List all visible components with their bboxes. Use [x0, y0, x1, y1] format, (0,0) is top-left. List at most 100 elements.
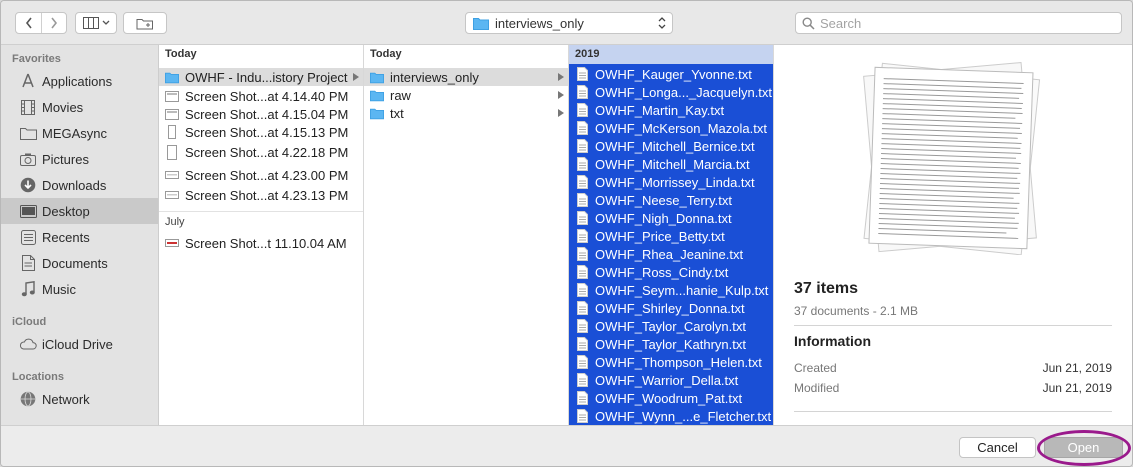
list-item[interactable]: interviews_only: [364, 68, 568, 86]
camera-icon: [19, 150, 37, 168]
cancel-button[interactable]: Cancel: [959, 437, 1036, 458]
new-folder-button[interactable]: [123, 12, 167, 34]
sidebar-item-downloads[interactable]: Downloads: [1, 172, 158, 198]
list-item[interactable]: OWHF_Wynn_...e_Fletcher.txt: [569, 407, 773, 425]
sidebar-item-icloud-drive[interactable]: iCloud Drive: [1, 331, 158, 357]
sidebar-item-recents[interactable]: Recents: [1, 224, 158, 250]
list-item[interactable]: OWHF_Thompson_Helen.txt: [569, 353, 773, 371]
movies-icon: [19, 98, 37, 116]
recents-icon: [19, 228, 37, 246]
list-item[interactable]: OWHF_Price_Betty.txt: [569, 227, 773, 245]
search-field[interactable]: [795, 12, 1122, 34]
list-item[interactable]: OWHF_Seym...hanie_Kulp.txt: [569, 281, 773, 299]
modified-label: Modified: [794, 381, 840, 395]
sidebar-item-label: Network: [42, 391, 90, 407]
download-icon: [19, 176, 37, 194]
sidebar-item-desktop[interactable]: Desktop: [1, 198, 158, 224]
sidebar-item-megasync[interactable]: MEGAsync: [1, 120, 158, 146]
list-item[interactable]: OWHF_Neese_Terry.txt: [569, 191, 773, 209]
text-file-icon: [575, 67, 589, 81]
selection-count: 37 items: [794, 280, 859, 297]
list-item[interactable]: Screen Shot...at 4.23.13 PM: [159, 186, 363, 204]
list-item[interactable]: OWHF_Morrissey_Linda.txt: [569, 173, 773, 191]
disclosure-arrow-icon: [558, 91, 564, 99]
file-name: raw: [390, 87, 411, 103]
browser-column-2: Today interviews_only raw txt: [364, 45, 569, 425]
folder-icon: [370, 88, 384, 102]
list-item[interactable]: OWHF_Mitchell_Bernice.txt: [569, 137, 773, 155]
sidebar-item-label: Pictures: [42, 151, 89, 167]
text-file-icon: [575, 157, 589, 171]
list-item[interactable]: raw: [364, 86, 568, 104]
file-name: Screen Shot...at 4.15.04 PM: [185, 106, 349, 122]
column-view-icon: [82, 17, 99, 29]
file-name: OWHF_Taylor_Kathryn.txt: [595, 336, 746, 352]
text-file-icon: [575, 355, 589, 369]
text-file-icon: [575, 391, 589, 405]
sidebar-item-label: Music: [42, 281, 76, 297]
text-file-icon: [575, 211, 589, 225]
column-group-header: July: [165, 216, 185, 228]
screenshot-file-icon: [165, 107, 179, 121]
browser-column-1: Today OWHF - Indu...istory Project Scree…: [159, 45, 364, 425]
sidebar-item-music[interactable]: Music: [1, 276, 158, 302]
file-name: OWHF_Ross_Cindy.txt: [595, 264, 729, 280]
disclosure-arrow-icon: [353, 73, 359, 81]
file-name: OWHF - Indu...istory Project: [185, 69, 348, 85]
list-item[interactable]: Screen Shot...at 4.15.13 PM: [159, 123, 363, 141]
group-divider: [159, 211, 363, 212]
sidebar-item-documents[interactable]: Documents: [1, 250, 158, 276]
list-item[interactable]: OWHF_Woodrum_Pat.txt: [569, 389, 773, 407]
screenshot-file-icon: [165, 236, 179, 250]
view-mode-button[interactable]: [75, 12, 117, 34]
sidebar-item-network[interactable]: Network: [1, 386, 158, 412]
file-name: OWHF_Thompson_Helen.txt: [595, 354, 762, 370]
list-item[interactable]: OWHF_Nigh_Donna.txt: [569, 209, 773, 227]
annotation-highlight-ring: [1037, 430, 1131, 466]
list-item[interactable]: OWHF_Kauger_Yvonne.txt: [569, 65, 773, 83]
list-item[interactable]: OWHF_Rhea_Jeanine.txt: [569, 245, 773, 263]
list-item[interactable]: OWHF_Warrior_Della.txt: [569, 371, 773, 389]
music-icon: [19, 280, 37, 298]
list-item[interactable]: Screen Shot...at 4.14.40 PM: [159, 87, 363, 105]
list-item[interactable]: Screen Shot...t 11.10.04 AM: [159, 234, 363, 252]
search-input[interactable]: [820, 15, 1110, 31]
sidebar-item-applications[interactable]: Applications: [1, 68, 158, 94]
text-file-icon: [575, 85, 589, 99]
file-name: OWHF_Warrior_Della.txt: [595, 372, 739, 388]
documents-stack-icon: [863, 61, 1041, 255]
list-item[interactable]: Screen Shot...at 4.22.18 PM: [159, 143, 363, 161]
sidebar-item-label: iCloud Drive: [42, 336, 113, 352]
file-name: OWHF_Morrissey_Linda.txt: [595, 174, 755, 190]
list-item[interactable]: txt: [364, 104, 568, 122]
text-file-icon: [575, 175, 589, 189]
list-item[interactable]: OWHF_Ross_Cindy.txt: [569, 263, 773, 281]
file-name: txt: [390, 105, 404, 121]
divider: [794, 325, 1112, 326]
back-button[interactable]: [16, 13, 41, 33]
list-item[interactable]: OWHF_Martin_Kay.txt: [569, 101, 773, 119]
sidebar-item-pictures[interactable]: Pictures: [1, 146, 158, 172]
sidebar-item-label: Movies: [42, 99, 84, 115]
browser-column-3: 2019 OWHF_Kauger_Yvonne.txt OWHF_Longa...…: [569, 45, 774, 425]
list-item[interactable]: OWHF_Taylor_Carolyn.txt: [569, 317, 773, 335]
folder-icon: [19, 124, 37, 142]
list-item[interactable]: OWHF_Longa..._Jacquelyn.txt: [569, 83, 773, 101]
list-item[interactable]: Screen Shot...at 4.15.04 PM: [159, 105, 363, 123]
location-popup[interactable]: interviews_only: [465, 12, 673, 34]
list-item[interactable]: OWHF_McKerson_Mazola.txt: [569, 119, 773, 137]
new-folder-icon: [136, 18, 153, 29]
list-item[interactable]: OWHF_Mitchell_Marcia.txt: [569, 155, 773, 173]
file-name: OWHF_Martin_Kay.txt: [595, 102, 725, 118]
list-item[interactable]: OWHF - Indu...istory Project: [159, 68, 363, 86]
list-item[interactable]: OWHF_Taylor_Kathryn.txt: [569, 335, 773, 353]
list-item[interactable]: OWHF_Shirley_Donna.txt: [569, 299, 773, 317]
file-name: OWHF_Taylor_Carolyn.txt: [595, 318, 746, 334]
sidebar-item-movies[interactable]: Movies: [1, 94, 158, 120]
chevron-left-icon: [25, 17, 32, 29]
file-name: OWHF_Kauger_Yvonne.txt: [595, 66, 752, 82]
screenshot-file-icon: [165, 168, 179, 182]
list-item[interactable]: Screen Shot...at 4.23.00 PM: [159, 166, 363, 184]
forward-button[interactable]: [41, 13, 66, 33]
screenshot-file-icon: [165, 144, 179, 160]
